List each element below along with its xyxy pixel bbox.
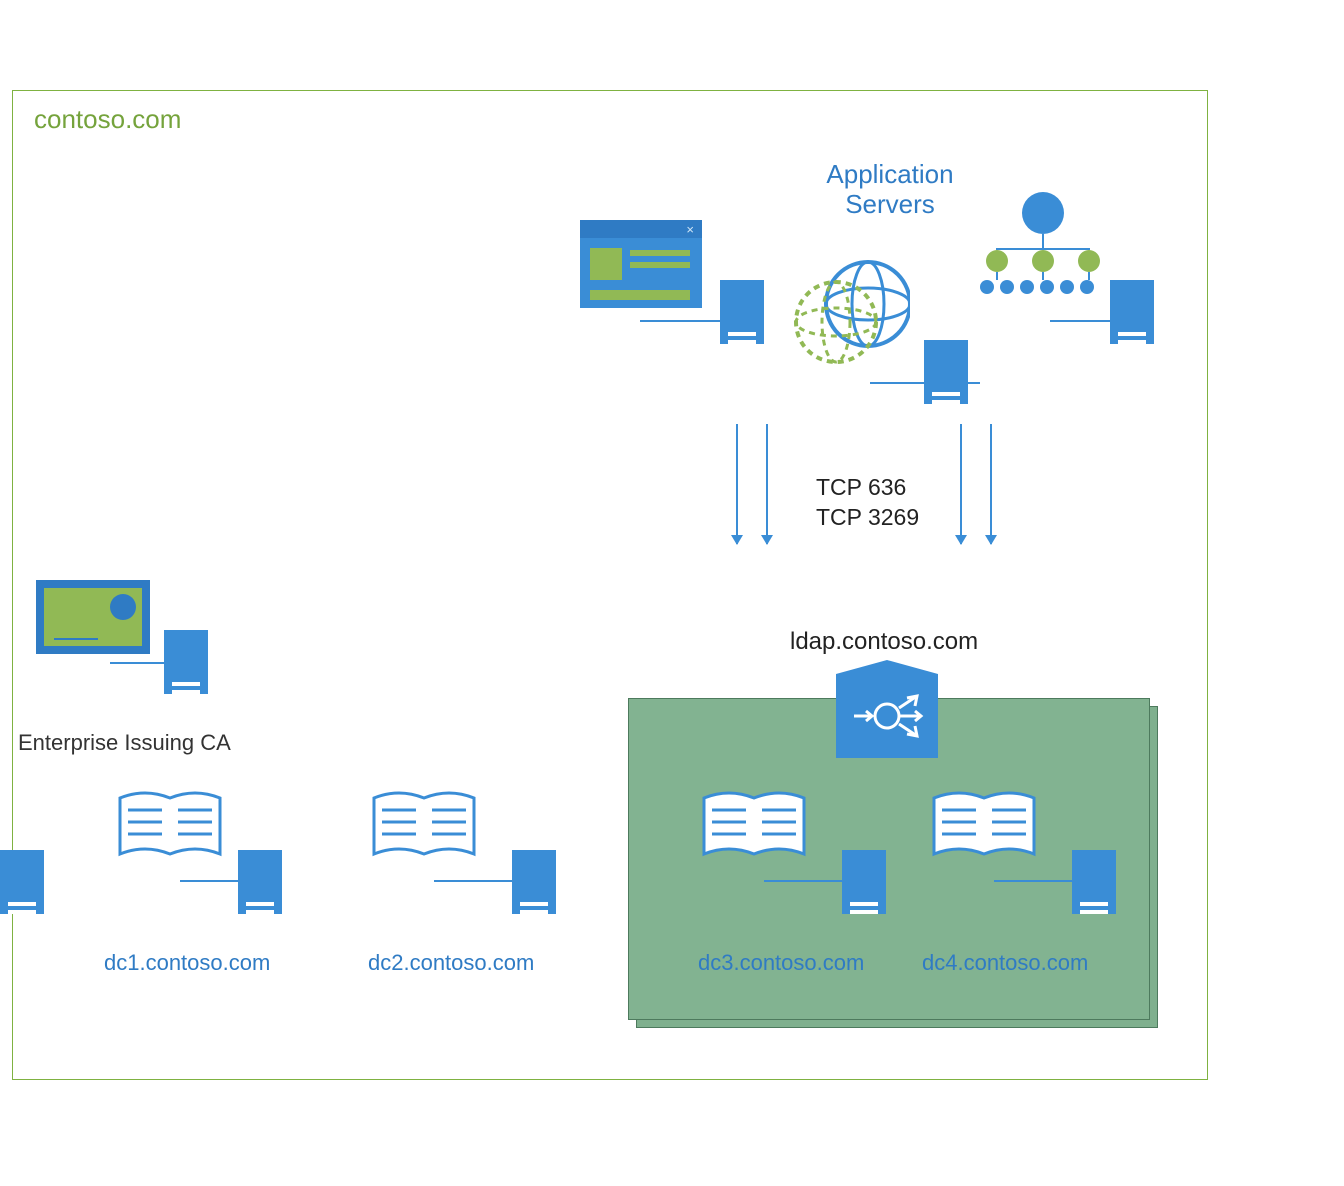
protocol-label-1: TCP 636 xyxy=(816,474,906,501)
app-window-icon: × xyxy=(580,220,702,308)
book-icon xyxy=(924,786,1044,866)
globe-icon xyxy=(790,256,910,366)
server-icon xyxy=(512,850,556,914)
server-icon xyxy=(1110,280,1154,344)
arrow-down-icon xyxy=(766,424,768,544)
dc2-label: dc2.contoso.com xyxy=(368,950,534,976)
server-icon xyxy=(238,850,282,914)
dc1-label: dc1.contoso.com xyxy=(104,950,270,976)
server-icon xyxy=(164,630,208,694)
server-icon xyxy=(842,850,886,914)
server-icon xyxy=(924,340,968,404)
book-icon xyxy=(110,786,230,866)
certificate-icon xyxy=(36,580,150,654)
book-icon xyxy=(364,786,484,866)
dc3-label: dc3.contoso.com xyxy=(698,950,864,976)
ldap-label: ldap.contoso.com xyxy=(790,628,978,656)
domain-label: contoso.com xyxy=(34,104,181,135)
arrow-down-icon xyxy=(990,424,992,544)
arrow-down-icon xyxy=(736,424,738,544)
org-chart-icon xyxy=(980,192,1100,292)
dc4-label: dc4.contoso.com xyxy=(922,950,1088,976)
server-icon xyxy=(0,850,44,914)
server-icon xyxy=(720,280,764,344)
protocol-label-2: TCP 3269 xyxy=(816,504,919,531)
server-icon xyxy=(1072,850,1116,914)
book-icon xyxy=(694,786,814,866)
app-servers-heading: Application Servers xyxy=(780,160,1000,220)
arrow-down-icon xyxy=(960,424,962,544)
ca-label: Enterprise Issuing CA xyxy=(18,730,231,756)
load-balancer-icon xyxy=(836,674,938,758)
